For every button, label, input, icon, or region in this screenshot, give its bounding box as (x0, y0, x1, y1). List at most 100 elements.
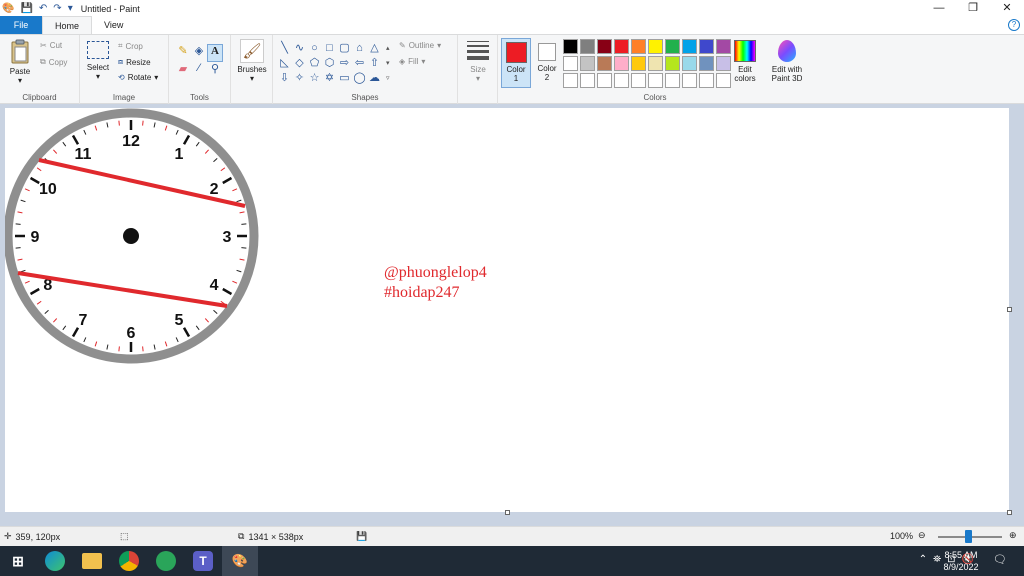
triangle-shape-icon[interactable]: △ (367, 41, 382, 56)
taskbar-clock[interactable]: 8:55 AM 8/9/2022 (940, 549, 982, 573)
palette-swatch[interactable] (597, 56, 612, 71)
rectangle-shape-icon[interactable]: □ (322, 41, 337, 56)
chrome-icon[interactable] (119, 551, 139, 571)
edit-colors-button[interactable]: Edit colors (730, 38, 760, 83)
text-icon[interactable]: A (207, 44, 223, 62)
cut-button[interactable]: ✂ Cut (40, 41, 62, 50)
four-point-star-shape-icon[interactable]: ✧ (292, 71, 307, 86)
palette-swatch[interactable] (716, 39, 731, 54)
teams-icon[interactable]: T (193, 551, 213, 571)
down-arrow-shape-icon[interactable]: ⇩ (277, 71, 292, 86)
hexagon-shape-icon[interactable]: ⬡ (322, 56, 337, 71)
palette-swatch[interactable] (614, 56, 629, 71)
crop-button[interactable]: ⌗ Crop (118, 41, 143, 51)
palette-swatch[interactable] (665, 56, 680, 71)
cloud-callout-shape-icon[interactable]: ☁ (367, 71, 382, 86)
palette-swatch[interactable] (665, 73, 680, 88)
size-button[interactable]: Size ▾ (463, 41, 493, 83)
edit-with-paint3d-button[interactable]: Edit with Paint 3D (766, 38, 808, 83)
resize-button[interactable]: ⧈ Resize (118, 57, 151, 67)
color1-button[interactable]: Color 1 (501, 38, 531, 88)
notification-icon[interactable]: 🗨 (992, 553, 1008, 569)
close-button[interactable]: ✕ (990, 0, 1024, 17)
customize-dropdown-icon[interactable]: ▾ (68, 3, 73, 14)
help-icon[interactable]: ? (1008, 19, 1020, 31)
six-point-star-shape-icon[interactable]: ✡ (322, 71, 337, 86)
file-explorer-icon[interactable] (82, 553, 102, 569)
redo-icon[interactable]: ↷ (53, 3, 61, 14)
palette-swatch[interactable] (682, 39, 697, 54)
tab-view[interactable]: View (92, 16, 135, 34)
paste-button[interactable]: Paste ▾ (6, 39, 34, 85)
palette-swatch[interactable] (631, 39, 646, 54)
palette-swatch[interactable] (648, 39, 663, 54)
brushes-button[interactable]: 🖌 Brushes ▾ (235, 39, 269, 83)
tab-file[interactable]: File (0, 16, 42, 34)
palette-swatch[interactable] (699, 56, 714, 71)
palette-swatch[interactable] (580, 39, 595, 54)
windows-start-icon[interactable]: ⊞ (8, 551, 28, 571)
resize-handle-right[interactable] (1007, 307, 1012, 312)
save-icon[interactable]: 💾 (20, 3, 32, 14)
palette-swatch[interactable] (699, 73, 714, 88)
palette-swatch[interactable] (563, 39, 578, 54)
palette-swatch[interactable] (631, 73, 646, 88)
pentagon-shape-icon[interactable]: ⬠ (307, 56, 322, 71)
palette-swatch[interactable] (648, 73, 663, 88)
palette-swatch[interactable] (716, 56, 731, 71)
oval-callout-shape-icon[interactable]: ◯ (352, 71, 367, 86)
fill-button[interactable]: ◈ Fill ▾ (399, 57, 425, 66)
line-shape-icon[interactable]: ╲ (277, 41, 292, 56)
eraser-icon[interactable]: ▰ (175, 62, 191, 80)
curve-shape-icon[interactable]: ∿ (292, 41, 307, 56)
shapes-scroll-down-icon[interactable]: ▾ (386, 56, 392, 71)
magnifier-icon[interactable]: ⚲ (207, 62, 223, 80)
restore-button[interactable]: ❐ (956, 0, 990, 17)
palette-swatch[interactable] (665, 39, 680, 54)
palette-swatch[interactable] (614, 73, 629, 88)
rounded-rectangle-shape-icon[interactable]: ▢ (337, 41, 352, 56)
chevron-up-icon[interactable]: ⌃ (919, 554, 927, 565)
palette-swatch[interactable] (699, 39, 714, 54)
pencil-icon[interactable]: ✎ (175, 44, 191, 62)
polygon-shape-icon[interactable]: ⌂ (352, 41, 367, 56)
palette-swatch[interactable] (631, 56, 646, 71)
resize-handle-corner[interactable] (1007, 510, 1012, 515)
up-arrow-shape-icon[interactable]: ⇧ (367, 56, 382, 71)
zoom-slider-thumb[interactable] (965, 530, 972, 543)
zoom-in-button[interactable]: ⊕ (1009, 530, 1017, 541)
rotate-button[interactable]: ⟲ Rotate ▾ (118, 73, 158, 82)
minimize-button[interactable]: — (922, 0, 956, 17)
palette-swatch[interactable] (597, 73, 612, 88)
palette-swatch[interactable] (614, 39, 629, 54)
right-arrow-shape-icon[interactable]: ⇨ (337, 56, 352, 71)
palette-swatch[interactable] (648, 56, 663, 71)
color-picker-icon[interactable]: ⁄ (191, 62, 207, 80)
palette-swatch[interactable] (563, 73, 578, 88)
tab-home[interactable]: Home (42, 16, 93, 34)
resize-handle-bottom[interactable] (505, 510, 510, 515)
shapes-expand-icon[interactable]: ▿ (386, 71, 392, 86)
palette-swatch[interactable] (716, 73, 731, 88)
palette-swatch[interactable] (597, 39, 612, 54)
undo-icon[interactable]: ↶ (39, 3, 47, 14)
diamond-shape-icon[interactable]: ◇ (292, 56, 307, 71)
right-triangle-shape-icon[interactable]: ◺ (277, 56, 292, 71)
palette-swatch[interactable] (580, 56, 595, 71)
left-arrow-shape-icon[interactable]: ⇦ (352, 56, 367, 71)
fill-bucket-icon[interactable]: ◈ (191, 44, 207, 62)
palette-swatch[interactable] (580, 73, 595, 88)
palette-swatch[interactable] (682, 56, 697, 71)
palette-swatch[interactable] (682, 73, 697, 88)
five-point-star-shape-icon[interactable]: ☆ (307, 71, 322, 86)
palette-swatch[interactable] (563, 56, 578, 71)
select-button[interactable]: Select ▾ (84, 41, 112, 81)
paint-taskbar-icon[interactable]: 🎨 (230, 551, 250, 571)
coccoc-browser-icon[interactable] (156, 551, 176, 571)
copy-button[interactable]: ⧉ Copy (40, 57, 67, 67)
zoom-out-button[interactable]: ⊖ (918, 530, 926, 541)
color2-button[interactable]: Color 2 (533, 38, 561, 88)
outline-button[interactable]: ✎ Outline ▾ (399, 41, 441, 50)
rect-callout-shape-icon[interactable]: ▭ (337, 71, 352, 86)
drawing-canvas[interactable]: 12 1 2 3 4 5 6 7 8 9 10 11 @phuonglelop4 #hoidap247 (5, 108, 1009, 512)
